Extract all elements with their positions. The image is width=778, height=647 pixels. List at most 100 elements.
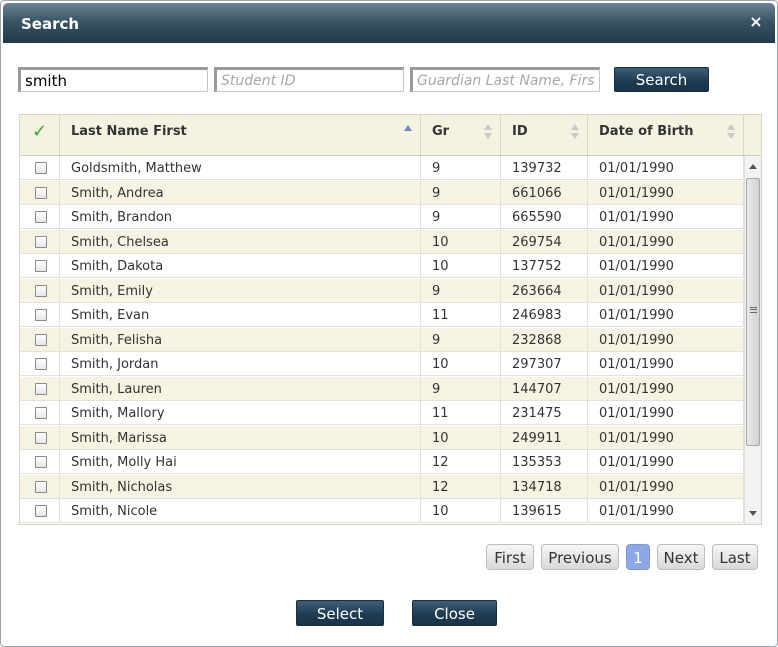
student-id: 249911 [501, 425, 588, 450]
row-select-cell [20, 425, 60, 450]
row-checkbox[interactable] [35, 162, 47, 174]
row-checkbox[interactable] [35, 186, 47, 199]
student-id-input[interactable] [214, 67, 404, 92]
row-checkbox[interactable] [35, 382, 47, 395]
student-name: Smith, Lauren [60, 376, 421, 401]
table-row[interactable]: Smith, Chelsea 10 269754 01/01/1990 [20, 229, 744, 254]
table-row[interactable]: Smith, Nicholas 12 134718 01/01/1990 [20, 474, 744, 499]
row-checkbox[interactable] [35, 456, 47, 468]
dialog-title: Search [21, 15, 80, 33]
student-grade: 10 [421, 229, 501, 254]
table-row[interactable]: Smith, Dakota 10 137752 01/01/1990 [20, 254, 744, 278]
student-dob: 01/01/1990 [588, 303, 744, 327]
previous-page-button[interactable]: Previous [541, 544, 619, 570]
student-dob: 01/01/1990 [588, 425, 744, 450]
student-id: 134718 [501, 474, 588, 499]
guardian-name-input[interactable] [410, 67, 600, 92]
column-header-last-name[interactable]: Last Name First [60, 115, 421, 155]
search-button[interactable]: Search [614, 67, 709, 92]
scroll-up-arrow-icon[interactable] [749, 164, 757, 169]
student-name: Smith, Marissa [60, 425, 421, 450]
row-checkbox[interactable] [35, 480, 47, 493]
select-button[interactable]: Select [296, 600, 384, 626]
student-grade: 10 [421, 499, 501, 523]
column-header-id[interactable]: ID [501, 115, 588, 155]
student-grade: 9 [421, 156, 501, 180]
student-grade: 10 [421, 352, 501, 376]
student-dob: 01/01/1990 [588, 499, 744, 523]
scroll-down-arrow-icon[interactable] [749, 511, 757, 516]
row-checkbox[interactable] [35, 407, 47, 419]
column-header-grade[interactable]: Gr [421, 115, 501, 155]
student-name: Smith, Molly Hai [60, 450, 421, 474]
student-grade: 9 [421, 278, 501, 303]
table-row[interactable]: Smith, Marissa 10 249911 01/01/1990 [20, 425, 744, 450]
row-checkbox[interactable] [35, 358, 47, 370]
table-row[interactable]: Smith, Brandon 9 665590 01/01/1990 [20, 205, 744, 229]
row-select-cell [20, 303, 60, 327]
row-checkbox[interactable] [35, 333, 47, 346]
column-header-dob[interactable]: Date of Birth [588, 115, 744, 155]
table-row[interactable]: Smith, Nicole 10 139615 01/01/1990 [20, 499, 744, 523]
last-page-button[interactable]: Last [712, 544, 758, 570]
row-select-cell [20, 474, 60, 499]
table-row[interactable]: Goldsmith, Matthew 9 139732 01/01/1990 [20, 156, 744, 180]
row-checkbox[interactable] [35, 431, 47, 444]
student-grade: 9 [421, 205, 501, 229]
student-id: 137752 [501, 254, 588, 278]
row-select-cell [20, 229, 60, 254]
student-dob: 01/01/1990 [588, 352, 744, 376]
last-name-input[interactable] [18, 67, 208, 92]
student-dob: 01/01/1990 [588, 401, 744, 425]
student-id: 269754 [501, 229, 588, 254]
next-page-button[interactable]: Next [657, 544, 705, 570]
row-select-cell [20, 401, 60, 425]
student-dob: 01/01/1990 [588, 278, 744, 303]
student-grade: 10 [421, 254, 501, 278]
student-dob: 01/01/1990 [588, 254, 744, 278]
student-id: 232868 [501, 327, 588, 352]
student-name: Smith, Chelsea [60, 229, 421, 254]
row-select-cell [20, 376, 60, 401]
student-name: Smith, Andrea [60, 180, 421, 205]
row-checkbox[interactable] [35, 211, 47, 223]
table-row[interactable]: Smith, Felisha 9 232868 01/01/1990 [20, 327, 744, 352]
table-row[interactable]: Smith, Lauren 9 144707 01/01/1990 [20, 376, 744, 401]
select-all-check-icon[interactable]: ✓ [20, 115, 60, 155]
column-label: Gr [432, 124, 450, 139]
row-select-cell [20, 205, 60, 229]
row-select-cell [20, 278, 60, 303]
table-row[interactable]: Smith, Evan 11 246983 01/01/1990 [20, 303, 744, 327]
row-select-cell [20, 352, 60, 376]
row-checkbox[interactable] [35, 284, 47, 297]
scrollbar-thumb[interactable] [746, 178, 760, 446]
sort-icon [484, 124, 492, 142]
student-dob: 01/01/1990 [588, 180, 744, 205]
student-grade: 11 [421, 303, 501, 327]
row-checkbox[interactable] [35, 505, 47, 517]
table-row[interactable]: Smith, Mallory 11 231475 01/01/1990 [20, 401, 744, 425]
table-row[interactable]: Smith, Andrea 9 661066 01/01/1990 [20, 180, 744, 205]
table-row[interactable]: Smith, Molly Hai 12 135353 01/01/1990 [20, 450, 744, 474]
row-checkbox[interactable] [35, 309, 47, 321]
close-icon[interactable]: × [747, 13, 765, 31]
sort-icon [727, 124, 735, 142]
sort-icon [571, 124, 579, 142]
student-grade: 12 [421, 450, 501, 474]
student-name: Smith, Felisha [60, 327, 421, 352]
table-row[interactable]: Smith, Emily 9 263664 01/01/1990 [20, 278, 744, 303]
student-name: Smith, Evan [60, 303, 421, 327]
student-name: Smith, Brandon [60, 205, 421, 229]
row-checkbox[interactable] [35, 235, 47, 248]
close-button[interactable]: Close [412, 600, 497, 626]
current-page-indicator[interactable]: 1 [626, 544, 650, 570]
first-page-button[interactable]: First [486, 544, 534, 570]
student-dob: 01/01/1990 [588, 474, 744, 499]
student-dob: 01/01/1990 [588, 327, 744, 352]
row-checkbox[interactable] [35, 260, 47, 272]
table-row[interactable]: Smith, Jordan 10 297307 01/01/1990 [20, 352, 744, 376]
grid-scrollbar[interactable] [744, 156, 761, 524]
grid-body: Goldsmith, Matthew 9 139732 01/01/1990 Smith… [20, 156, 744, 524]
dialog-titlebar[interactable]: Search × [3, 3, 775, 43]
student-id: 246983 [501, 303, 588, 327]
